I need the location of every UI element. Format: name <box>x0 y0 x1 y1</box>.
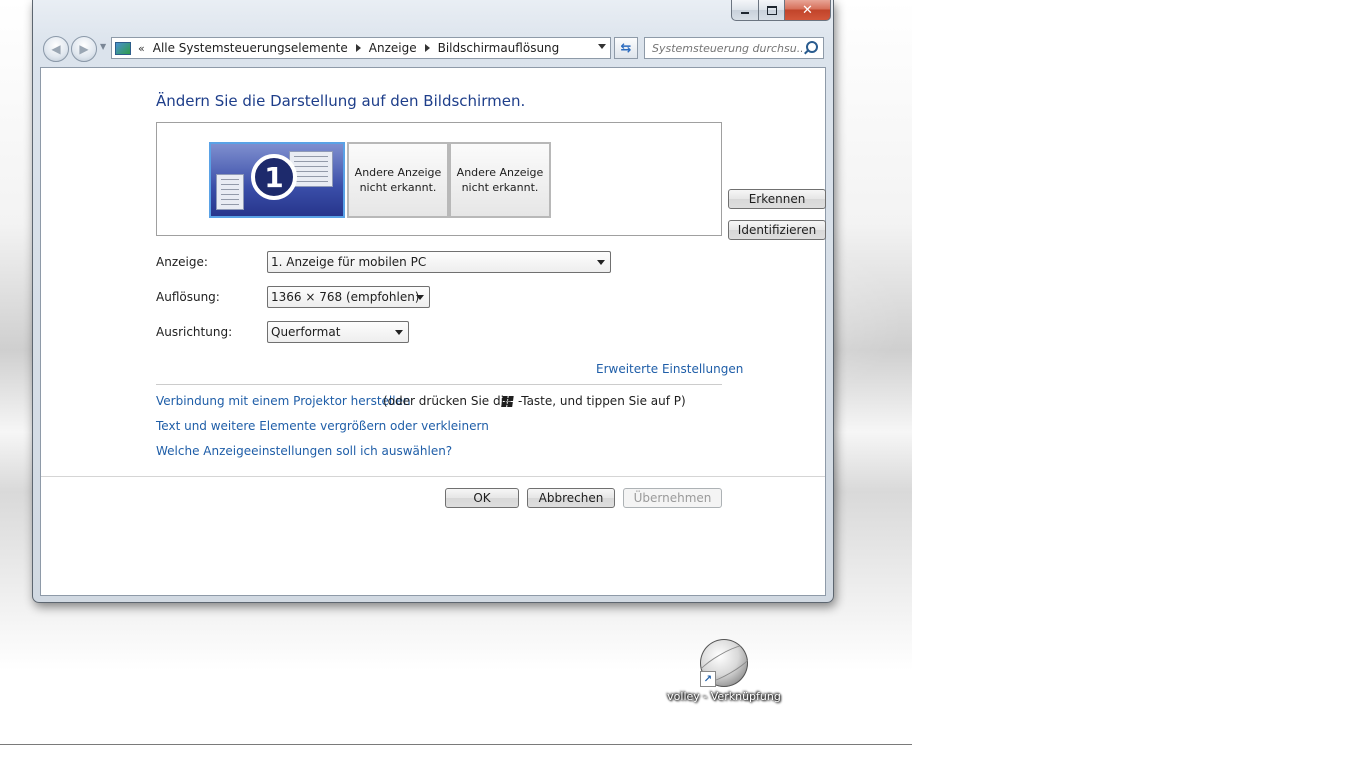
breadcrumb-separator-icon[interactable] <box>355 44 361 52</box>
monitor-number-badge: 1 <box>251 154 297 200</box>
breadcrumb-all-items[interactable]: Alle Systemsteuerungselemente <box>153 41 348 55</box>
monitor-not-detected[interactable]: Andere Anzeige nicht erkannt. <box>347 142 449 218</box>
maximize-button[interactable] <box>759 0 785 21</box>
minimize-button[interactable] <box>731 0 759 21</box>
advanced-settings-link[interactable]: Erweiterte Einstellungen <box>596 362 743 376</box>
monitor-arrangement: 1 Andere Anzeige nicht erkannt. Andere A… <box>156 122 826 240</box>
taskbar-edge <box>0 744 912 745</box>
which-settings-link[interactable]: Welche Anzeigeeinstellungen soll ich aus… <box>156 444 452 458</box>
desktop-shortcut-label[interactable]: volley - Verknüpfung <box>652 690 796 703</box>
page-title: Ändern Sie die Darstellung auf den Bilds… <box>156 92 526 110</box>
identify-button[interactable]: Identifizieren <box>728 220 826 240</box>
minimize-icon <box>741 12 749 14</box>
monitor-preview-window <box>216 174 244 210</box>
projector-hint-text: (oder drücken Sie die <box>383 394 512 408</box>
breadcrumb-resolution[interactable]: Bildschirmauflösung <box>438 41 560 55</box>
detect-button[interactable]: Erkennen <box>728 189 826 209</box>
close-button[interactable]: ✕ <box>785 0 831 21</box>
display-select[interactable]: 1. Anzeige für mobilen PC <box>267 251 611 273</box>
breadcrumb-display[interactable]: Anzeige <box>369 41 417 55</box>
resolution-select[interactable]: 1366 × 768 (empfohlen) <box>267 286 430 308</box>
footer-divider <box>41 476 825 477</box>
projector-hint-text: -Taste, und tippen Sie auf P) <box>518 394 686 408</box>
content-panel: Ändern Sie die Darstellung auf den Bilds… <box>40 67 826 596</box>
divider <box>156 384 722 385</box>
desktop-shortcut-volley[interactable]: ↗ <box>700 639 748 687</box>
search-box[interactable] <box>644 37 824 59</box>
forward-button[interactable]: ▶ <box>71 36 97 62</box>
recent-pages-dropdown-icon[interactable]: ▼ <box>100 42 106 51</box>
apply-button[interactable]: Übernehmen <box>623 488 722 508</box>
refresh-button[interactable]: ⇆ <box>614 37 638 59</box>
text-size-link[interactable]: Text und weitere Elemente vergrößern ode… <box>156 419 489 433</box>
search-input[interactable] <box>650 40 804 56</box>
forward-arrow-icon: ▶ <box>79 42 89 56</box>
windows-key-icon <box>500 395 514 407</box>
projector-link[interactable]: Verbindung mit einem Projektor herstelle… <box>156 394 411 408</box>
control-panel-icon <box>115 41 131 55</box>
resolution-label: Auflösung: <box>156 290 220 304</box>
breadcrumb-overflow-icon[interactable]: « <box>138 42 145 55</box>
close-icon: ✕ <box>802 2 813 18</box>
monitor-not-detected[interactable]: Andere Anzeige nicht erkannt. <box>449 142 551 218</box>
orientation-select[interactable]: Querformat <box>267 321 409 343</box>
caption-buttons: ✕ <box>731 0 831 21</box>
orientation-label: Ausrichtung: <box>156 325 233 339</box>
back-button[interactable]: ◀ <box>43 36 69 62</box>
control-panel-window: ✕ ◀ ▶ ▼ « Alle Systemsteuerungselemente … <box>32 0 834 603</box>
address-dropdown-icon[interactable] <box>598 44 606 49</box>
back-arrow-icon: ◀ <box>51 42 61 56</box>
shortcut-arrow-icon: ↗ <box>700 671 716 687</box>
breadcrumb-separator-icon[interactable] <box>424 44 430 52</box>
monitor-1[interactable]: 1 <box>209 142 345 218</box>
display-label: Anzeige: <box>156 255 208 269</box>
refresh-icon: ⇆ <box>620 40 632 56</box>
address-bar[interactable]: « Alle Systemsteuerungselemente Anzeige … <box>111 37 611 59</box>
maximize-icon <box>766 5 777 15</box>
cancel-button[interactable]: Abbrechen <box>527 488 615 508</box>
search-icon[interactable] <box>806 41 818 53</box>
ok-button[interactable]: OK <box>445 488 519 508</box>
